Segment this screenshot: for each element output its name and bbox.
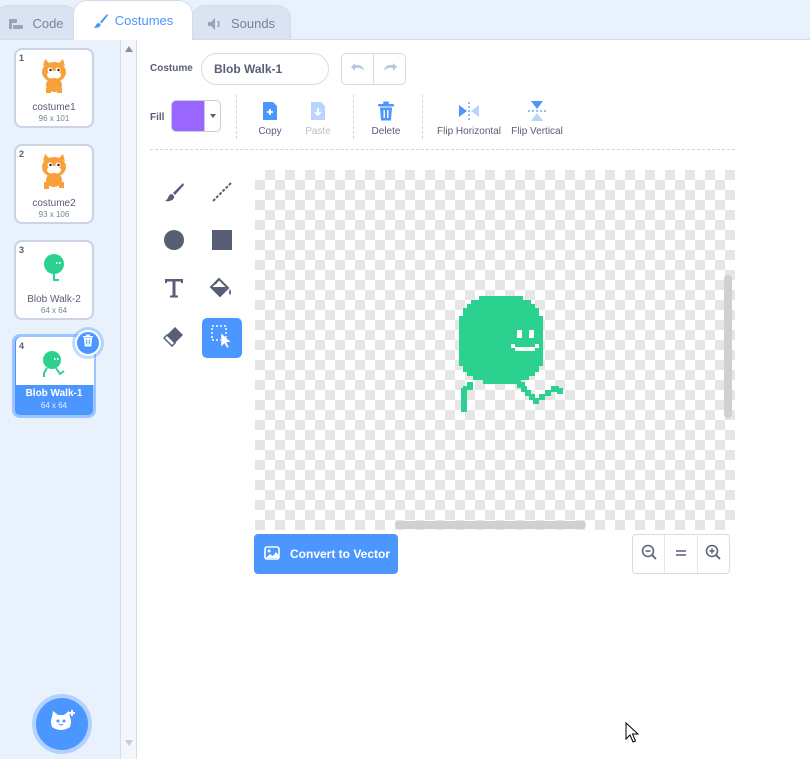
tab-code[interactable]: Code: [0, 5, 78, 41]
costume-item[interactable]: 3 Blob Walk-2 64 x 64: [14, 240, 94, 320]
costume-name-label: Costume: [150, 63, 193, 74]
paintbrush-icon: [93, 13, 109, 29]
costume-size: 93 x 106: [38, 210, 70, 219]
tab-costumes-label: Costumes: [114, 13, 174, 28]
mouse-pointer-icon: [625, 721, 640, 749]
cat-add-icon: [48, 709, 76, 740]
brush-tool[interactable]: [154, 174, 194, 214]
canvas-vertical-scrollbar[interactable]: [724, 275, 732, 418]
blob-walk-sprite: [459, 296, 563, 412]
fill-color-swatch: [172, 101, 204, 131]
paste-icon: [309, 100, 327, 122]
copy-icon: [261, 100, 279, 122]
zoom-controls: [632, 534, 730, 574]
flip-vertical-icon: [528, 100, 546, 122]
rectangle-tool[interactable]: [202, 222, 242, 262]
redo-icon: [382, 60, 398, 78]
text-tool[interactable]: [154, 270, 194, 310]
speaker-icon: [207, 17, 225, 31]
costume-list-scrollbar[interactable]: [121, 40, 137, 759]
toolbar-separator: [150, 149, 735, 150]
costume-name: costume2: [32, 198, 76, 209]
paste-label: Paste: [305, 126, 331, 137]
flip-horizontal-button[interactable]: Flip Horizontal: [436, 100, 502, 137]
image-icon: [264, 545, 280, 563]
choose-costume-button[interactable]: [36, 698, 88, 750]
costume-item[interactable]: 2 costume2 93 x 106: [14, 144, 94, 224]
toolbar-divider: [236, 95, 237, 139]
flip-horizontal-icon: [458, 100, 480, 122]
code-blocks-icon: [8, 17, 26, 31]
zoom-in-button[interactable]: [696, 535, 729, 573]
toolbar-divider: [422, 95, 423, 139]
delete-costume-button[interactable]: [75, 330, 101, 356]
tab-code-label: Code: [32, 16, 64, 31]
costume-item[interactable]: 1 costume1 96 x 101: [14, 48, 94, 128]
rectangle-icon: [211, 229, 233, 256]
toolbar-divider: [353, 95, 354, 139]
costume-number: 4: [19, 341, 25, 351]
line-tool[interactable]: [202, 174, 242, 214]
delete-label: Delete: [371, 126, 401, 137]
circle-icon: [163, 229, 185, 256]
cat-icon: [34, 152, 74, 192]
flip-vertical-button[interactable]: Flip Vertical: [510, 100, 564, 137]
copy-button[interactable]: Copy: [256, 100, 284, 137]
zoom-in-icon: [705, 544, 721, 565]
select-cursor-icon: [210, 324, 234, 353]
tab-sounds-label: Sounds: [230, 16, 276, 31]
cat-icon: [34, 56, 74, 96]
paint-bucket-icon: [209, 277, 234, 304]
costume-number: 1: [19, 53, 25, 63]
convert-to-vector-button[interactable]: Convert to Vector: [254, 534, 398, 574]
costume-size: 64 x 64: [40, 306, 68, 315]
eraser-icon: [162, 325, 185, 352]
text-icon: [163, 277, 185, 304]
paste-button[interactable]: Paste: [302, 100, 334, 137]
canvas-horizontal-scrollbar[interactable]: [395, 521, 586, 529]
redo-button[interactable]: [373, 54, 405, 84]
convert-to-vector-label: Convert to Vector: [290, 547, 391, 561]
flip-vertical-label: Flip Vertical: [511, 126, 563, 137]
delete-button[interactable]: Delete: [370, 100, 402, 137]
undo-redo-group: [341, 53, 406, 85]
fill-color-picker[interactable]: [171, 100, 221, 132]
costume-name-input[interactable]: [201, 53, 329, 85]
blob-icon: [34, 345, 74, 385]
copy-label: Copy: [258, 126, 282, 137]
eraser-tool[interactable]: [154, 318, 194, 358]
select-tool[interactable]: [202, 318, 242, 358]
flip-horizontal-label: Flip Horizontal: [437, 126, 501, 137]
paint-canvas[interactable]: [255, 170, 735, 530]
undo-button[interactable]: [342, 54, 373, 84]
zoom-out-button[interactable]: [633, 535, 664, 573]
scroll-down-arrow-icon[interactable]: [125, 740, 133, 746]
tab-bar: Code Costumes Sounds: [0, 0, 810, 41]
undo-icon: [350, 60, 366, 78]
costume-name: Blob Walk-2: [27, 294, 81, 305]
chevron-down-icon: [204, 101, 220, 131]
costume-size: 96 x 101: [38, 114, 70, 123]
costume-number: 2: [19, 149, 25, 159]
fill-label: Fill: [150, 112, 165, 123]
brush-icon: [163, 181, 185, 208]
tab-sounds[interactable]: Sounds: [191, 5, 291, 41]
zoom-out-icon: [641, 544, 657, 565]
circle-tool[interactable]: [154, 222, 194, 262]
tab-costumes[interactable]: Costumes: [73, 0, 193, 40]
costume-name: Blob Walk-1: [25, 388, 83, 399]
scroll-up-arrow-icon[interactable]: [125, 46, 133, 52]
line-icon: [211, 181, 233, 208]
trash-icon: [377, 100, 395, 122]
costume-name: costume1: [32, 102, 76, 113]
zoom-reset-button[interactable]: [664, 535, 696, 573]
blob-icon: [34, 248, 74, 288]
costume-size: 64 x 64: [40, 401, 68, 410]
costume-number: 3: [19, 245, 25, 255]
trash-icon: [82, 334, 94, 352]
equals-icon: [675, 545, 687, 563]
fill-tool[interactable]: [202, 270, 242, 310]
